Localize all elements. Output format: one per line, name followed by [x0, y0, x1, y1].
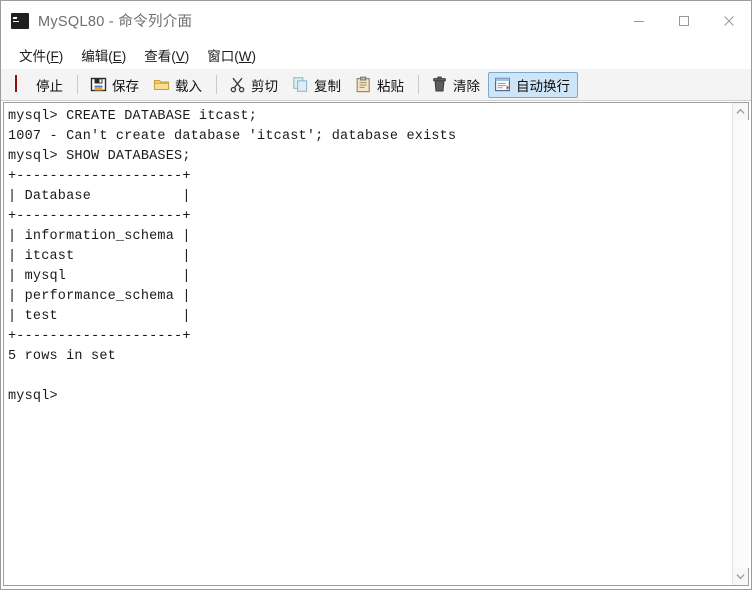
menu-item-edit[interactable]: 编辑(E)	[72, 42, 135, 68]
console-area: mysql> CREATE DATABASE itcast; 1007 - Ca…	[3, 102, 749, 586]
mysql-command-line-window: MySQL80 - 命令列介面 文件(F) 编辑(E) 查看(V) 窗口(W) …	[0, 0, 752, 590]
toolbar: 停止 保存 载入 剪切 复制 粘贴 清除 自动换行	[1, 69, 751, 101]
scissors-icon	[229, 76, 246, 93]
menu-item-window[interactable]: 窗口(W)	[198, 42, 265, 68]
toolbar-word-wrap-button[interactable]: 自动换行	[488, 71, 578, 98]
stop-icon	[14, 75, 31, 93]
paste-icon	[355, 76, 372, 93]
title-bar[interactable]: MySQL80 - 命令列介面	[1, 1, 751, 40]
scrollbar-track[interactable]	[732, 120, 749, 568]
console-icon	[11, 12, 29, 29]
toolbar-paste-label: 粘贴	[377, 78, 404, 94]
copy-icon	[292, 76, 309, 93]
menu-file-accel: F	[50, 48, 59, 64]
menu-window-accel: W	[238, 48, 252, 64]
toolbar-stop-label: 停止	[36, 78, 63, 94]
maximize-button[interactable]	[661, 1, 706, 40]
window-title: MySQL80 - 命令列介面	[38, 14, 193, 30]
menu-edit-accel: E	[112, 48, 122, 64]
toolbar-cut-label: 剪切	[251, 78, 278, 94]
menu-view-label: 查看	[144, 48, 172, 64]
close-button[interactable]	[706, 1, 751, 40]
toolbar-clear-button[interactable]: 清除	[425, 72, 488, 98]
menu-edit-label: 编辑	[81, 48, 109, 64]
toolbar-word-wrap-label: 自动换行	[516, 78, 570, 94]
toolbar-save-button[interactable]: 保存	[84, 72, 147, 98]
menu-file-label: 文件	[19, 48, 46, 64]
toolbar-clear-label: 清除	[453, 78, 480, 94]
word-wrap-icon	[494, 76, 511, 93]
minimize-button[interactable]	[616, 1, 661, 40]
trash-icon	[431, 76, 448, 93]
toolbar-save-label: 保存	[112, 78, 139, 94]
save-icon	[90, 76, 107, 93]
toolbar-separator	[216, 75, 217, 94]
vertical-scrollbar[interactable]	[732, 103, 749, 585]
menu-view-accel: V	[175, 48, 185, 64]
toolbar-cut-button[interactable]: 剪切	[223, 72, 286, 98]
toolbar-load-button[interactable]: 载入	[147, 72, 210, 98]
scroll-down-arrow-icon[interactable]	[733, 568, 749, 585]
menu-bar: 文件(F) 编辑(E) 查看(V) 窗口(W)	[1, 40, 751, 69]
toolbar-stop-button[interactable]: 停止	[8, 72, 71, 98]
window-controls	[616, 1, 751, 40]
toolbar-copy-label: 复制	[314, 78, 341, 94]
menu-window-label: 窗口	[207, 48, 235, 64]
toolbar-load-label: 载入	[175, 78, 202, 94]
toolbar-paste-button[interactable]: 粘贴	[349, 72, 412, 98]
toolbar-copy-button[interactable]: 复制	[286, 72, 349, 98]
toolbar-separator	[418, 75, 419, 94]
toolbar-separator	[77, 75, 78, 94]
folder-open-icon	[153, 76, 170, 93]
menu-item-view[interactable]: 查看(V)	[135, 42, 198, 68]
console-output[interactable]: mysql> CREATE DATABASE itcast; 1007 - Ca…	[4, 103, 732, 585]
scroll-up-arrow-icon[interactable]	[733, 103, 749, 120]
menu-item-file[interactable]: 文件(F)	[10, 42, 72, 68]
console-text: mysql> CREATE DATABASE itcast; 1007 - Ca…	[8, 109, 457, 404]
